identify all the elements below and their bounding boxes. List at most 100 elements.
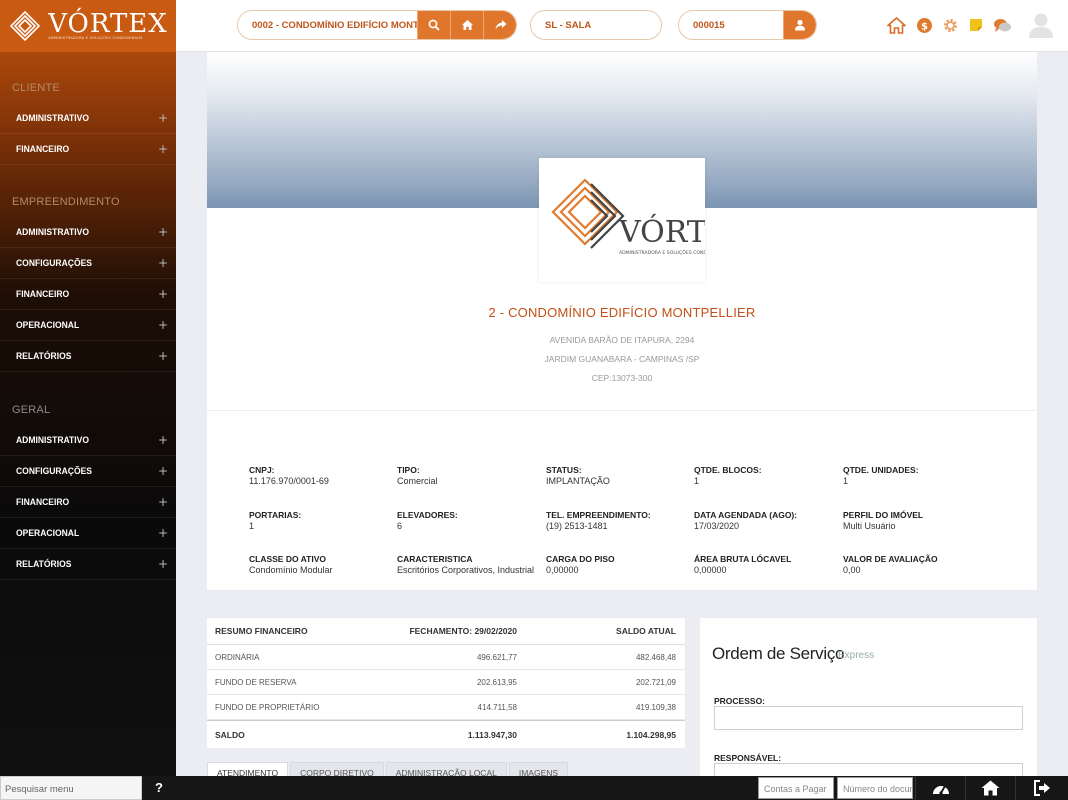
- expand-icon: +: [157, 557, 168, 571]
- search-button[interactable]: [417, 11, 451, 39]
- sidebar-item-emp-administrativo[interactable]: ADMINISTRATIVO +: [0, 217, 176, 248]
- detail-elevadores: ELEVADORES: 6: [397, 510, 458, 531]
- dollar-coin-icon: $: [916, 17, 932, 33]
- bottom-bar: Pesquisar menu ? Contas a Pagar Número d…: [0, 776, 1068, 800]
- expand-icon: +: [157, 318, 168, 332]
- table-row: ORDINÁRIA 496.621,77 482.468,48: [207, 645, 685, 670]
- expand-icon: +: [157, 433, 168, 447]
- condominio-cep: CEP:13073-300: [591, 373, 653, 383]
- svg-text:$: $: [921, 21, 928, 32]
- sidebar-item-emp-operacional[interactable]: OPERACIONAL +: [0, 310, 176, 341]
- sidebar-item-geral-configuracoes[interactable]: CONFIGURAÇÕES +: [0, 456, 176, 487]
- sidebar-section-cliente: CLIENTE: [12, 82, 60, 94]
- sidebar: VÓRTEX Administradora e Soluções Condomi…: [0, 0, 176, 800]
- chat-shortcut-button[interactable]: [992, 15, 1012, 35]
- sidebar-item-emp-financeiro[interactable]: FINANCEIRO +: [0, 279, 176, 310]
- condominio-address-line2: JARDIM GUANABARA - CAMPINAS /SP: [544, 354, 700, 364]
- pessoa-selector[interactable]: 000015: [678, 10, 817, 40]
- detail-classe-ativo: CLASSE DO ATIVO Condomínio Modular: [249, 554, 333, 575]
- detail-caracteristica: CARACTERISTICA Escritórios Corporativos, …: [397, 554, 535, 575]
- help-button[interactable]: ?: [148, 776, 170, 800]
- expand-icon: +: [157, 225, 168, 239]
- sidebar-item-geral-financeiro[interactable]: FINANCEIRO +: [0, 487, 176, 518]
- expand-icon: +: [157, 526, 168, 540]
- home-icon: [886, 16, 906, 34]
- sidebar-item-geral-administrativo[interactable]: ADMINISTRATIVO +: [0, 425, 176, 456]
- home-icon: [981, 780, 1000, 796]
- menu-search-input[interactable]: Pesquisar menu: [0, 776, 142, 800]
- sidebar-section-empreendimento: EMPREENDIMENTO: [12, 196, 120, 208]
- gear-icon: [943, 18, 957, 32]
- table-total-row: SALDO 1.113.947,30 1.104.298,95: [207, 720, 685, 748]
- settings-shortcut-button[interactable]: [940, 15, 960, 35]
- detail-carga-piso: CARGA DO PISO 0,00000: [546, 554, 615, 575]
- share-forward-icon: [495, 20, 507, 30]
- sidebar-item-cliente-financeiro[interactable]: FINANCEIRO +: [0, 134, 176, 165]
- unidade-selector[interactable]: SL - SALA: [530, 10, 662, 40]
- expand-icon: +: [157, 111, 168, 125]
- vortex-logo-icon: [10, 10, 41, 42]
- expand-icon: +: [157, 464, 168, 478]
- brand-name: VÓRTEX: [48, 9, 168, 39]
- logout-icon: [1034, 780, 1050, 796]
- brand-logo[interactable]: VÓRTEX Administradora e Soluções Condomi…: [0, 0, 176, 52]
- home-shortcut-button[interactable]: [886, 15, 906, 35]
- sidebar-item-cliente-administrativo[interactable]: ADMINISTRATIVO +: [0, 103, 176, 134]
- avatar-icon: [1029, 13, 1053, 38]
- user-lookup-button[interactable]: [783, 11, 816, 39]
- expand-icon: +: [157, 349, 168, 363]
- col-saldo-atual: SALDO ATUAL: [616, 626, 676, 636]
- detail-cnpj: CNPJ: 11.176.970/0001-69: [249, 465, 329, 486]
- condominio-address-line1: AVENIDA BARÃO DE ITAPURA, 2294: [549, 335, 695, 345]
- detail-portarias: PORTARIAS: 1: [249, 510, 302, 531]
- detail-area-bruta: ÁREA BRUTA LÓCAVEL 0,00000: [694, 554, 792, 575]
- table-header: RESUMO FINANCEIRO FECHAMENTO: 29/02/2020…: [207, 618, 685, 645]
- divider: [207, 410, 1037, 411]
- sidebar-section-geral: GERAL: [12, 404, 51, 416]
- condominio-title: 2 - CONDOMÍNIO EDIFÍCIO MONTPELLIER: [488, 305, 756, 320]
- expand-icon: +: [157, 142, 168, 156]
- detail-valor-avaliacao: VALOR DE AVALIAÇÃO 0,00: [843, 554, 938, 575]
- app-root: VÓRTEX Administradora e Soluções Condomi…: [0, 0, 1068, 800]
- financial-summary-table: RESUMO FINANCEIRO FECHAMENTO: 29/02/2020…: [207, 618, 685, 748]
- expand-icon: +: [157, 287, 168, 301]
- dashboard-button[interactable]: [915, 776, 965, 800]
- sidebar-item-emp-relatorios[interactable]: RELATÓRIOS +: [0, 341, 176, 372]
- search-icon: [428, 19, 440, 31]
- user-avatar[interactable]: [1028, 12, 1054, 38]
- condominio-selector[interactable]: 0002 - CONDOMÍNIO EDIFÍCIO MONTPELLIER: [237, 10, 517, 40]
- finance-shortcut-button[interactable]: $: [914, 15, 934, 35]
- chat-bubbles-icon: [993, 18, 1011, 32]
- ordem-servico-title: Ordem de Serviço: [712, 644, 845, 663]
- processo-label: PROCESSO:: [714, 696, 766, 706]
- processo-input[interactable]: [714, 706, 1023, 730]
- sticky-note-icon: [970, 19, 982, 31]
- pessoa-select-value: 000015: [693, 19, 725, 31]
- condominio-select-value: 0002 - CONDOMÍNIO EDIFÍCIO MONTPELLIER: [252, 19, 417, 31]
- detail-data-ago: DATA AGENDADA (AGO): 17/03/2020: [694, 510, 798, 531]
- user-icon: [795, 19, 805, 31]
- detail-tipo: TIPO: Comercial: [397, 465, 438, 486]
- col-fechamento: FECHAMENTO: 29/02/2020: [409, 626, 517, 636]
- notes-shortcut-button[interactable]: [966, 15, 986, 35]
- ordem-servico-subtitle: Express: [838, 650, 875, 661]
- condominio-logo-card: VÓRTEX ADMINISTRADORA E SOLUÇÕES CONDOMI…: [539, 158, 751, 282]
- condominio-panel: VÓRTEX ADMINISTRADORA E SOLUÇÕES CONDOMI…: [207, 52, 1037, 590]
- responsavel-label: RESPONSÁVEL:: [714, 753, 782, 763]
- sidebar-item-geral-relatorios[interactable]: RELATÓRIOS +: [0, 549, 176, 580]
- logout-button[interactable]: [1015, 776, 1068, 800]
- detail-perfil-imovel: PERFIL DO IMÓVEL Multi Usuário: [843, 510, 924, 531]
- home-icon: [461, 20, 473, 30]
- home-button[interactable]: [965, 776, 1015, 800]
- share-button[interactable]: [483, 11, 516, 39]
- sidebar-item-emp-configuracoes[interactable]: CONFIGURAÇÕES +: [0, 248, 176, 279]
- table-row: FUNDO DE RESERVA 202.613,95 202.721,09: [207, 670, 685, 695]
- detail-telefone: TEL. EMPREENDIMENTO: (19) 2513-1481: [546, 510, 651, 531]
- numero-documento-input[interactable]: Número do documento: [837, 777, 913, 799]
- sidebar-item-geral-operacional[interactable]: OPERACIONAL +: [0, 518, 176, 549]
- home-condominio-button[interactable]: [450, 11, 484, 39]
- ordem-servico-panel: Ordem de Serviço Express PROCESSO: RESPO…: [700, 618, 1037, 787]
- top-bar: 0002 - CONDOMÍNIO EDIFÍCIO MONTPELLIER S…: [176, 0, 1068, 52]
- speedometer-icon: [932, 785, 949, 795]
- contas-input[interactable]: Contas a Pagar: [758, 777, 834, 799]
